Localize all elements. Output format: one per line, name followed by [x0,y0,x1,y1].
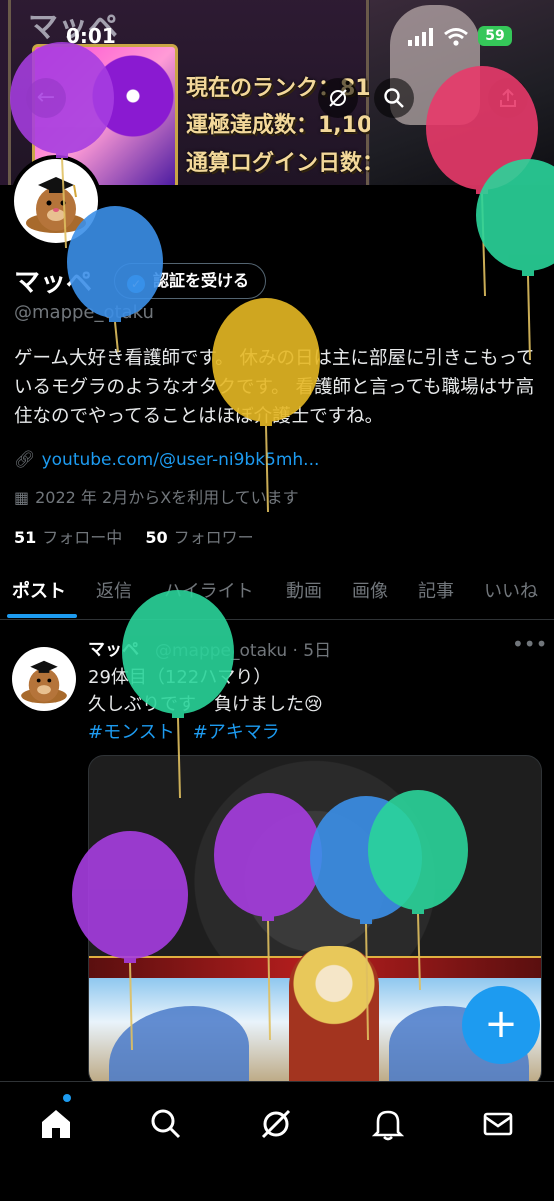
signal-icon [408,28,433,46]
banner-stat-luck: 運極達成数：1,103 [186,113,388,138]
profile-handle: @mappe_otaku [14,302,154,323]
bottom-navigation [0,1081,554,1201]
grok-button[interactable] [318,78,358,118]
tab-articles[interactable]: 記事 [418,577,454,603]
back-arrow-icon: ← [36,85,56,110]
tweet-author-name[interactable]: マッペ [88,635,139,660]
followers-link[interactable]: 50 フォロワー [145,528,253,547]
tab-images[interactable]: 画像 [352,577,388,603]
mole-avatar-image [21,660,67,704]
profile-tabs: ポスト 返信 ハイライト 動画 画像 記事 いいね [0,565,554,620]
link-icon: 🔗︎ [14,450,36,470]
tweet-avatar[interactable] [12,647,76,711]
profile-joined: 2022 年 2月からXを利用しています [35,488,299,507]
tab-videos[interactable]: 動画 [286,577,322,603]
plus-icon: + [484,1001,518,1047]
following-link[interactable]: 51 フォロー中 [14,528,122,547]
share-icon [500,88,516,107]
search-icon[interactable] [146,1104,186,1144]
home-notification-dot [63,1094,71,1102]
verified-badge-icon: ✓ [127,275,145,293]
calendar-icon: ▦ [14,488,30,507]
back-button[interactable]: ← [26,78,66,118]
followers-count: 50 [145,528,168,547]
following-label: フォロー中 [42,528,123,547]
media-character [289,946,379,1086]
profile-joined-row: ▦ 2022 年 2月からXを利用しています [14,484,299,508]
tab-likes[interactable]: いいね [484,577,538,603]
search-button[interactable] [374,78,414,118]
status-time: 0:01 [66,24,116,48]
wifi-icon [444,28,468,46]
get-verified-label: 認証を受ける [153,271,250,290]
tweet-hashtags[interactable]: #モンスト #アキマラ [88,718,280,744]
grok-icon [329,89,347,107]
grok-icon[interactable] [256,1104,296,1144]
search-icon [384,88,404,108]
home-icon[interactable] [36,1104,76,1144]
more-options-icon[interactable]: ••• [512,632,547,656]
tab-replies[interactable]: 返信 [96,577,132,603]
followers-label: フォロワー [173,528,254,547]
profile-avatar[interactable] [10,155,102,247]
mole-avatar-image [26,177,86,233]
follow-stats: 51 フォロー中 50 フォロワー [14,524,254,548]
active-tab-indicator [7,614,77,618]
following-count: 51 [14,528,37,547]
profile-link[interactable]: youtube.com/@user-ni9bk5mh... [42,450,320,470]
bell-icon[interactable] [368,1104,408,1144]
profile-link-row[interactable]: 🔗︎ youtube.com/@user-ni9bk5mh... [14,450,319,470]
tab-posts[interactable]: ポスト [12,577,66,603]
get-verified-button[interactable]: ✓ 認証を受ける [114,263,267,299]
tab-highlights[interactable]: ハイライト [164,577,254,603]
mail-icon[interactable] [478,1104,518,1144]
tweet-text-line1: 29体目（122ハマり） [88,667,272,688]
profile-name: マッペ [14,268,93,298]
tweet-handle-time: @mappe_otaku · 5日 [155,641,332,661]
profile-bio: ゲーム大好き看護師です。 休みの日は主に部屋に引きこもっているモグラのようなオタ… [14,348,535,427]
share-button[interactable] [488,78,528,118]
tweet-text-line2: 久しぶりです 負けました😢 [88,694,323,715]
balloon-icon [476,159,554,361]
compose-button[interactable]: + [462,986,540,1064]
battery-indicator: 59 [478,26,512,46]
